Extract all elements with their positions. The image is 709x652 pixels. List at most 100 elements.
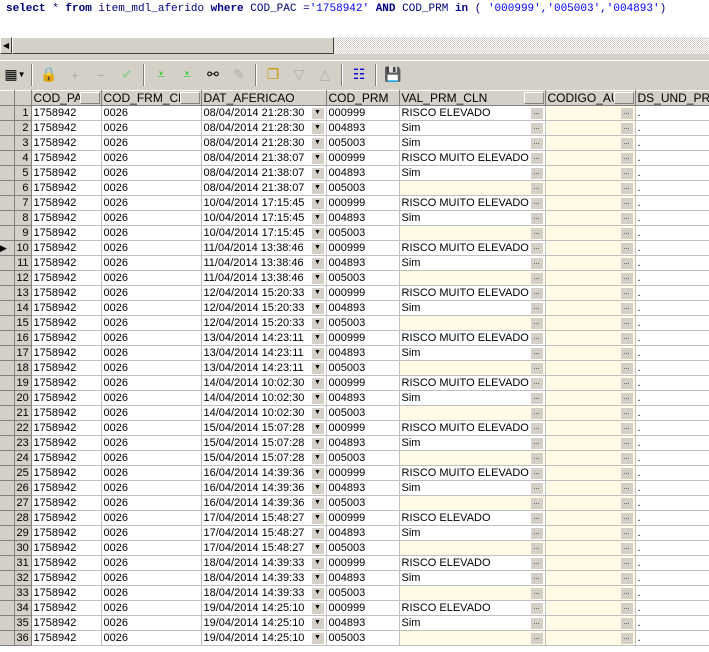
cell-cod-prm[interactable]: 005003 bbox=[326, 630, 400, 646]
cell-cod-frm-cln[interactable]: 0026 bbox=[101, 195, 202, 211]
cell-cod-frm-cln[interactable]: 0026 bbox=[101, 570, 202, 586]
cell-cod-prm[interactable]: 004893 bbox=[326, 345, 400, 361]
dropdown-icon[interactable]: ▼ bbox=[311, 602, 324, 614]
scroll-left-icon[interactable]: ◀ bbox=[0, 37, 12, 54]
minus-icon[interactable]: − bbox=[88, 63, 114, 87]
cell-codigo-aux[interactable]: ... bbox=[545, 555, 636, 571]
cell-val-prm-cln[interactable]: RISCO MUITO ELEVADO... bbox=[399, 195, 546, 211]
copy-icon[interactable]: ❐ bbox=[260, 63, 286, 87]
dropdown-icon[interactable]: ▼ bbox=[311, 542, 324, 554]
table-row[interactable]: 9 1758942 0026 10/04/2014 17:15:45 ▼ 005003..… bbox=[0, 225, 709, 241]
cell-dat-afericao[interactable]: 15/04/2014 15:07:28 ▼ bbox=[201, 420, 327, 436]
cell-ds-und-prm[interactable]: . bbox=[635, 540, 709, 556]
filter-all-icon[interactable]: ⩡ bbox=[174, 63, 200, 87]
ellipsis-button[interactable]: ... bbox=[530, 287, 543, 299]
row-indicator[interactable] bbox=[0, 555, 15, 571]
ellipsis-button[interactable]: ... bbox=[530, 572, 543, 584]
ellipsis-button[interactable]: ... bbox=[530, 392, 543, 404]
table-row[interactable]: 35 1758942 0026 19/04/2014 14:25:10 ▼ 004893 S… bbox=[0, 615, 709, 631]
ellipsis-button[interactable]: ... bbox=[530, 347, 543, 359]
cell-codigo-aux[interactable]: ... bbox=[545, 570, 636, 586]
cell-dat-afericao[interactable]: 13/04/2014 14:23:11 ▼ bbox=[201, 345, 327, 361]
row-indicator[interactable] bbox=[0, 105, 15, 121]
cell-cod-frm-cln[interactable]: 0026 bbox=[101, 630, 202, 646]
cell-codigo-aux[interactable]: ... bbox=[545, 510, 636, 526]
row-indicator[interactable] bbox=[0, 135, 15, 151]
ellipsis-button[interactable]: ... bbox=[620, 602, 633, 614]
save-icon[interactable]: 💾 bbox=[380, 63, 406, 87]
cell-cod-pac[interactable]: 1758942 bbox=[31, 195, 102, 211]
table-row[interactable]: 22 1758942 0026 15/04/2014 15:07:28 ▼ 000999 R… bbox=[0, 420, 709, 436]
cell-cod-prm[interactable]: 000999 bbox=[326, 510, 400, 526]
ellipsis-button[interactable]: ... bbox=[620, 287, 633, 299]
cell-ds-und-prm[interactable]: . bbox=[635, 225, 709, 241]
cell-dat-afericao[interactable]: 10/04/2014 17:15:45 ▼ bbox=[201, 210, 327, 226]
ellipsis-button[interactable]: ... bbox=[530, 512, 543, 524]
cell-dat-afericao[interactable]: 15/04/2014 15:07:28 ▼ bbox=[201, 435, 327, 451]
cell-val-prm-cln[interactable]: RISCO MUITO ELEVADO... bbox=[399, 240, 546, 256]
row-indicator[interactable] bbox=[0, 330, 15, 346]
cell-dat-afericao[interactable]: 08/04/2014 21:38:07 ▼ bbox=[201, 165, 327, 181]
filter-down-icon[interactable]: ⩡ bbox=[148, 63, 174, 87]
ellipsis-button[interactable]: ... bbox=[530, 272, 543, 284]
ellipsis-button[interactable]: ... bbox=[530, 317, 543, 329]
row-number[interactable]: 15 bbox=[14, 315, 32, 331]
dropdown-icon[interactable]: ▼ bbox=[311, 437, 324, 449]
cell-codigo-aux[interactable]: ... bbox=[545, 150, 636, 166]
cell-cod-prm[interactable]: 004893 bbox=[326, 570, 400, 586]
row-number[interactable]: 2 bbox=[14, 120, 32, 136]
ellipsis-button[interactable]: ... bbox=[620, 632, 633, 644]
row-number[interactable]: 33 bbox=[14, 585, 32, 601]
ellipsis-button[interactable]: ... bbox=[620, 392, 633, 404]
cell-dat-afericao[interactable]: 11/04/2014 13:38:46 ▼ bbox=[201, 240, 327, 256]
dropdown-icon[interactable]: ▼ bbox=[311, 227, 324, 239]
row-indicator[interactable] bbox=[0, 525, 15, 541]
cell-dat-afericao[interactable]: 10/04/2014 17:15:45 ▼ bbox=[201, 225, 327, 241]
cell-ds-und-prm[interactable]: . bbox=[635, 585, 709, 601]
cell-dat-afericao[interactable]: 08/04/2014 21:28:30 ▼ bbox=[201, 105, 327, 121]
cell-val-prm-cln[interactable]: RISCO ELEVADO... bbox=[399, 105, 546, 121]
ellipsis-button[interactable]: ... bbox=[620, 137, 633, 149]
cell-val-prm-cln[interactable]: RISCO ELEVADO... bbox=[399, 600, 546, 616]
cell-cod-frm-cln[interactable]: 0026 bbox=[101, 165, 202, 181]
cell-cod-frm-cln[interactable]: 0026 bbox=[101, 225, 202, 241]
ellipsis-button[interactable]: ... bbox=[530, 242, 543, 254]
ellipsis-button[interactable]: ... bbox=[620, 227, 633, 239]
table-row[interactable]: 7 1758942 0026 10/04/2014 17:15:45 ▼ 000999 RI… bbox=[0, 195, 709, 211]
cell-dat-afericao[interactable]: 08/04/2014 21:38:07 ▼ bbox=[201, 150, 327, 166]
ellipsis-button[interactable]: ... bbox=[620, 302, 633, 314]
ellipsis-button[interactable]: ... bbox=[530, 122, 543, 134]
cell-cod-frm-cln[interactable]: 0026 bbox=[101, 210, 202, 226]
cell-dat-afericao[interactable]: 13/04/2014 14:23:11 ▼ bbox=[201, 360, 327, 376]
cell-cod-frm-cln[interactable]: 0026 bbox=[101, 135, 202, 151]
cell-cod-prm[interactable]: 000999 bbox=[326, 285, 400, 301]
cell-cod-pac[interactable]: 1758942 bbox=[31, 480, 102, 496]
cell-codigo-aux[interactable]: ... bbox=[545, 300, 636, 316]
cell-dat-afericao[interactable]: 16/04/2014 14:39:36 ▼ bbox=[201, 495, 327, 511]
lock-icon[interactable]: 🔒 bbox=[36, 63, 62, 87]
binoculars-icon[interactable]: ⚯ bbox=[200, 63, 226, 87]
sql-editor[interactable]: select * from item_mdl_aferido where COD… bbox=[0, 0, 709, 36]
dropdown-icon[interactable]: ▼ bbox=[311, 452, 324, 464]
table-row[interactable]: 2 1758942 0026 08/04/2014 21:28:30 ▼ 004893 Si… bbox=[0, 120, 709, 136]
row-number[interactable]: 7 bbox=[14, 195, 32, 211]
cell-codigo-aux[interactable]: ... bbox=[545, 180, 636, 196]
cell-dat-afericao[interactable]: 19/04/2014 14:25:10 ▼ bbox=[201, 630, 327, 646]
table-row[interactable]: 11 1758942 0026 11/04/2014 13:38:46 ▼ 004893 S… bbox=[0, 255, 709, 271]
dropdown-icon[interactable]: ▼ bbox=[311, 587, 324, 599]
row-indicator[interactable] bbox=[0, 165, 15, 181]
ellipsis-button[interactable]: ... bbox=[620, 437, 633, 449]
row-indicator[interactable] bbox=[0, 390, 15, 406]
cell-cod-prm[interactable]: 000999 bbox=[326, 105, 400, 121]
ellipsis-button[interactable]: ... bbox=[530, 467, 543, 479]
cell-codigo-aux[interactable]: ... bbox=[545, 315, 636, 331]
cell-dat-afericao[interactable]: 19/04/2014 14:25:10 ▼ bbox=[201, 615, 327, 631]
cell-cod-pac[interactable]: 1758942 bbox=[31, 315, 102, 331]
row-number[interactable]: 11 bbox=[14, 255, 32, 271]
cell-dat-afericao[interactable]: 17/04/2014 15:48:27 ▼ bbox=[201, 525, 327, 541]
table-row[interactable]: 6 1758942 0026 08/04/2014 21:38:07 ▼ 005003..… bbox=[0, 180, 709, 196]
cell-val-prm-cln[interactable]: RISCO MUITO ELEVADO... bbox=[399, 150, 546, 166]
cell-cod-frm-cln[interactable]: 0026 bbox=[101, 405, 202, 421]
ellipsis-button[interactable]: ... bbox=[530, 212, 543, 224]
cell-cod-pac[interactable]: 1758942 bbox=[31, 345, 102, 361]
